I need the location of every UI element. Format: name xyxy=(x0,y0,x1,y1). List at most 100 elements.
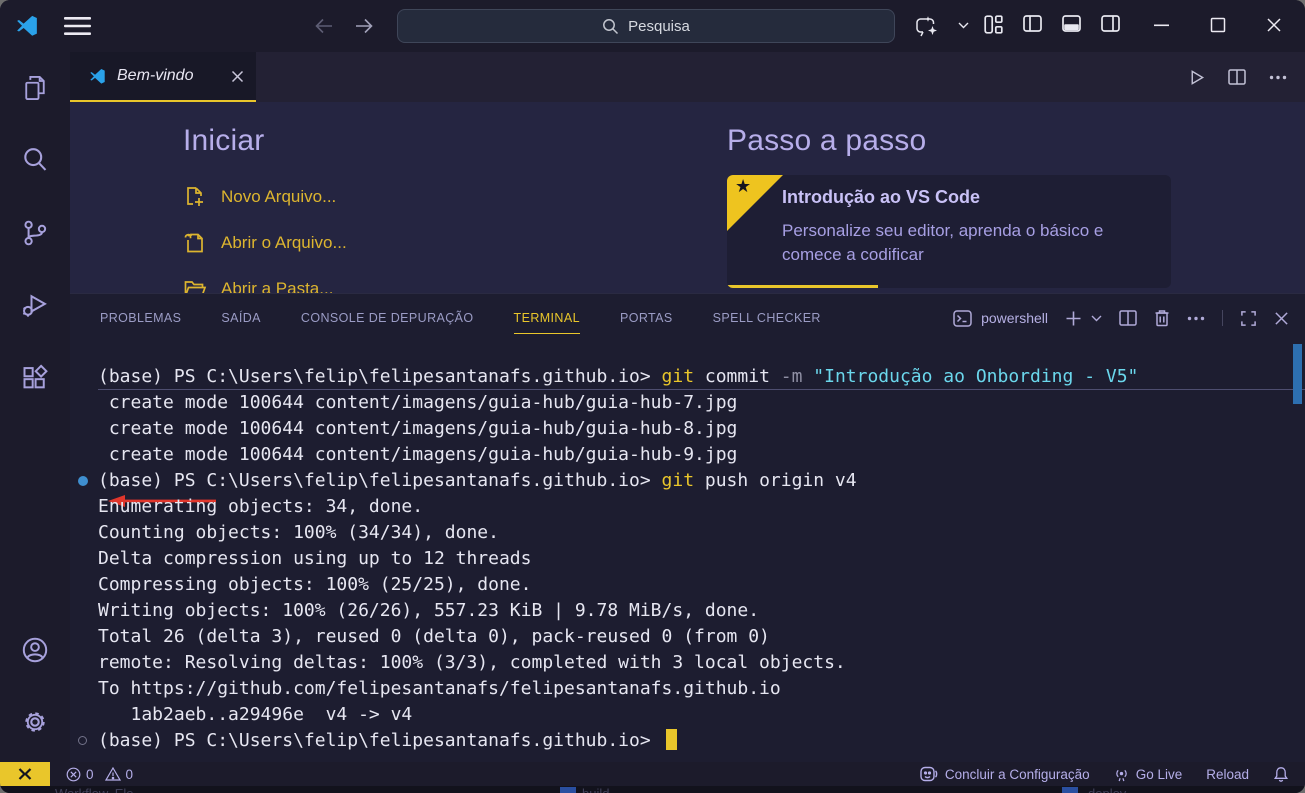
terminal-line: (base) PS C:\Users\felip\felipesantanafs… xyxy=(98,728,1305,754)
start-item[interactable]: Abrir a Pasta... xyxy=(183,266,347,293)
reload-button[interactable]: Reload xyxy=(1206,767,1249,782)
background-bleed-graphic xyxy=(1062,787,1078,793)
primary-sidebar-toggle-icon[interactable] xyxy=(1023,15,1042,32)
background-bleed-graphic xyxy=(560,787,576,793)
run-button[interactable] xyxy=(1188,69,1205,86)
command-center-search[interactable]: Pesquisa xyxy=(397,9,895,43)
start-title: Iniciar xyxy=(183,124,347,158)
terminal-scrollbar[interactable] xyxy=(1293,344,1302,404)
start-section: Iniciar Novo Arquivo... Abrir o Arquivo..… xyxy=(183,124,347,293)
menu-button[interactable] xyxy=(64,16,94,36)
open-folder-icon xyxy=(183,277,207,293)
tab-close-icon[interactable] xyxy=(231,70,244,83)
new-file-icon xyxy=(183,185,207,209)
finish-setup-button[interactable]: Concluir a Configuração xyxy=(920,766,1090,782)
notifications-bell-icon[interactable] xyxy=(1273,766,1289,783)
settings-gear-icon[interactable] xyxy=(21,708,49,736)
terminal-line: create mode 100644 content/imagens/guia-… xyxy=(98,390,1305,416)
maximize-button[interactable] xyxy=(1210,17,1226,33)
run-debug-icon[interactable] xyxy=(21,291,49,319)
background-bleed-text: Workflow. Ele xyxy=(55,786,134,793)
source-control-icon[interactable] xyxy=(21,219,49,247)
go-live-label: Go Live xyxy=(1136,767,1183,782)
explorer-icon[interactable] xyxy=(21,74,49,102)
vscode-window: Pesquisa xyxy=(0,0,1305,793)
divider xyxy=(1222,310,1223,326)
panel-tab-spell-checker[interactable]: SPELL CHECKER xyxy=(713,311,821,325)
split-terminal-icon[interactable] xyxy=(1119,310,1137,326)
go-live-button[interactable]: Go Live xyxy=(1114,767,1183,782)
start-item-label: Novo Arquivo... xyxy=(221,187,336,207)
welcome-page: Iniciar Novo Arquivo... Abrir o Arquivo..… xyxy=(70,102,1305,293)
background-bleed: Workflow. Ele build deploy xyxy=(0,786,1305,793)
start-item-label: Abrir a Pasta... xyxy=(221,279,333,293)
walkthrough-card-title: Introdução ao VS Code xyxy=(782,187,980,208)
search-placeholder: Pesquisa xyxy=(628,18,690,35)
terminal-line: Writing objects: 100% (26/26), 557.23 Ki… xyxy=(98,598,1305,624)
bottom-panel: PROBLEMAS SAÍDA CONSOLE DE DEPURAÇÃO TERMIN… xyxy=(70,293,1305,762)
terminal-line: (base) PS C:\Users\felip\felipesantanafs… xyxy=(98,364,1305,390)
terminal-line: 1ab2aeb..a29496e v4 -> v4 xyxy=(98,702,1305,728)
vscode-logo-icon xyxy=(14,13,40,39)
terminal-line: create mode 100644 content/imagens/guia-… xyxy=(98,442,1305,468)
terminal-dropdown-chevron-icon[interactable] xyxy=(1091,315,1102,322)
copilot-chevron-icon[interactable] xyxy=(958,22,969,29)
start-item[interactable]: Novo Arquivo... xyxy=(183,174,347,220)
secondary-sidebar-toggle-icon[interactable] xyxy=(1101,15,1120,32)
walkthroughs-section: Passo a passo ★ Introdução ao VS Code Pe… xyxy=(727,124,1171,288)
extensions-icon[interactable] xyxy=(21,364,49,392)
customize-layout-icon[interactable] xyxy=(984,15,1003,34)
accounts-icon[interactable] xyxy=(21,636,49,664)
star-icon: ★ xyxy=(735,176,751,197)
terminal-line: To https://github.com/felipesantanafs/fe… xyxy=(98,676,1305,702)
panel-tab-portas[interactable]: PORTAS xyxy=(620,311,673,325)
finish-setup-label: Concluir a Configuração xyxy=(945,767,1090,782)
accounts-people-icon xyxy=(920,766,938,782)
tab-bem-vindo[interactable]: Bem-vindo xyxy=(70,52,256,102)
open-file-icon xyxy=(183,231,207,255)
reload-label: Reload xyxy=(1206,767,1249,782)
walkthrough-card[interactable]: ★ Introdução ao VS Code Personalize seu … xyxy=(727,175,1171,288)
panel-tab-terminal[interactable]: TERMINAL xyxy=(514,311,580,325)
new-terminal-icon[interactable] xyxy=(1065,310,1082,327)
search-sidebar-icon[interactable] xyxy=(21,146,49,174)
forward-button[interactable] xyxy=(354,17,374,35)
editor-tab-bar: Bem-vindo xyxy=(70,52,1305,102)
split-editor-icon[interactable] xyxy=(1228,69,1246,85)
status-bar: 0 0 Concluir a Configuração Go Live Relo… xyxy=(0,762,1305,786)
background-bleed-text: build xyxy=(582,786,609,793)
kill-terminal-icon[interactable] xyxy=(1154,309,1170,327)
warnings-icon xyxy=(105,767,121,781)
maximize-panel-icon[interactable] xyxy=(1240,310,1257,327)
terminal-lines: (base) PS C:\Users\felip\felipesantanafs… xyxy=(98,364,1305,754)
problems-status[interactable]: 0 0 xyxy=(66,767,139,782)
walkthrough-progress-bar xyxy=(727,285,878,288)
terminal-cursor xyxy=(666,729,677,750)
remote-icon xyxy=(17,766,33,782)
command-decoration-icon[interactable] xyxy=(78,736,87,745)
more-actions-icon[interactable] xyxy=(1269,75,1287,80)
terminal-line: remote: Resolving deltas: 100% (3/3), co… xyxy=(98,650,1305,676)
search-icon xyxy=(602,18,619,35)
panel-tab-sa-da[interactable]: SAÍDA xyxy=(221,311,261,325)
close-window-button[interactable] xyxy=(1266,17,1282,33)
panel-toggle-icon[interactable] xyxy=(1062,15,1081,32)
shell-label[interactable]: powershell xyxy=(981,310,1048,326)
minimize-button[interactable] xyxy=(1154,24,1169,27)
panel-tab-problemas[interactable]: PROBLEMAS xyxy=(100,311,181,325)
command-decoration-icon[interactable] xyxy=(78,476,88,486)
terminal-line: create mode 100644 content/imagens/guia-… xyxy=(98,416,1305,442)
main-area: Bem-vindo Iniciar Novo Arquivo... Abrir o… xyxy=(70,52,1305,762)
terminal-line: Counting objects: 100% (34/34), done. xyxy=(98,520,1305,546)
panel-more-actions-icon[interactable] xyxy=(1187,316,1205,321)
close-panel-icon[interactable] xyxy=(1274,311,1289,326)
editor-actions xyxy=(1188,52,1287,102)
terminal-line: Total 26 (delta 3), reused 0 (delta 0), … xyxy=(98,624,1305,650)
copilot-icon[interactable] xyxy=(915,15,939,37)
back-button[interactable] xyxy=(314,17,334,35)
start-item[interactable]: Abrir o Arquivo... xyxy=(183,220,347,266)
remote-indicator[interactable] xyxy=(0,762,50,786)
panel-tab-console-de-depura-o[interactable]: CONSOLE DE DEPURAÇÃO xyxy=(301,311,474,325)
panel-tabs: PROBLEMAS SAÍDA CONSOLE DE DEPURAÇÃO TERMIN… xyxy=(100,294,821,342)
terminal[interactable]: (base) PS C:\Users\felip\felipesantanafs… xyxy=(70,342,1305,762)
